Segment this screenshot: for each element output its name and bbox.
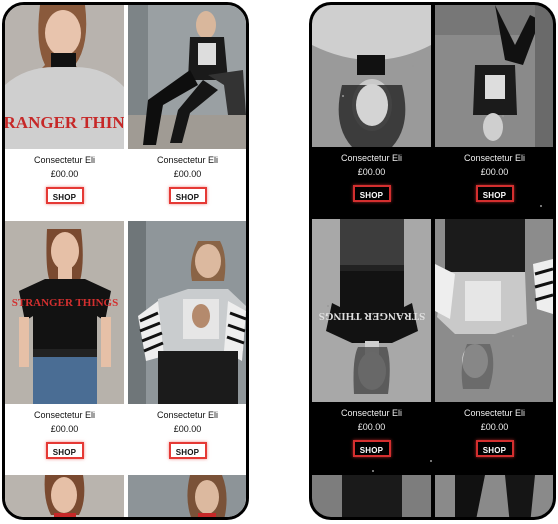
product-name: Consectetur Eli (463, 153, 526, 163)
product-name: Consectetur Eli (156, 410, 219, 420)
product-image[interactable] (435, 5, 553, 147)
dark-mode-phone: Consectetur Eli £00.00 SHOP Consectetur … (309, 2, 556, 520)
product-image[interactable] (435, 475, 553, 517)
product-image[interactable] (312, 5, 431, 147)
snow-particle (412, 65, 414, 67)
shop-button[interactable]: SHOP (475, 185, 514, 202)
product-image[interactable]: STRANGER THINGS (5, 5, 124, 149)
snow-particle (430, 460, 432, 462)
print-text: STRANGER THINGS (12, 297, 118, 309)
product-image[interactable] (128, 5, 246, 149)
product-image[interactable] (312, 475, 431, 517)
shop-button[interactable]: SHOP (475, 440, 514, 457)
product-price: £00.00 (480, 167, 509, 177)
shop-button[interactable]: SHOP (352, 185, 391, 202)
product-image[interactable] (5, 475, 124, 517)
product-price: £00.00 (480, 422, 509, 432)
product-grid: STRANGER THINGS Consectetur Eli £00.00 S… (5, 5, 246, 517)
product-image[interactable] (128, 475, 246, 517)
snow-particle (327, 305, 329, 307)
product-price: £00.00 (173, 424, 202, 434)
shop-button[interactable]: SHOP (168, 442, 207, 459)
product-price: £00.00 (50, 424, 79, 434)
snow-particle (372, 470, 374, 472)
shop-button[interactable]: SHOP (352, 440, 391, 457)
product-grid: Consectetur Eli £00.00 SHOP Consectetur … (312, 5, 553, 517)
snow-particle (342, 95, 344, 97)
snow-particle (512, 335, 514, 337)
product-price: £00.00 (173, 169, 202, 179)
product-name: Consectetur Eli (340, 153, 403, 163)
shop-button[interactable]: SHOP (45, 187, 84, 204)
product-price: £00.00 (357, 167, 386, 177)
print-text: STRANGER THINGS (319, 310, 425, 322)
product-image[interactable] (128, 221, 246, 404)
product-price: £00.00 (357, 422, 386, 432)
product-name: Consectetur Eli (33, 155, 96, 165)
product-image[interactable]: STRANGER THINGS (5, 221, 124, 404)
snow-particle (540, 205, 542, 207)
shop-button[interactable]: SHOP (45, 442, 84, 459)
product-name: Consectetur Eli (340, 408, 403, 418)
snow-particle (502, 115, 504, 117)
product-image[interactable]: STRANGER THINGS (312, 219, 431, 402)
product-image[interactable] (435, 219, 553, 402)
light-mode-phone: STRANGER THINGS Consectetur Eli £00.00 S… (2, 2, 249, 520)
product-name: Consectetur Eli (33, 410, 96, 420)
product-name: Consectetur Eli (156, 155, 219, 165)
print-text: STRANGER THINGS (5, 113, 124, 132)
product-price: £00.00 (50, 169, 79, 179)
shop-button[interactable]: SHOP (168, 187, 207, 204)
product-name: Consectetur Eli (463, 408, 526, 418)
